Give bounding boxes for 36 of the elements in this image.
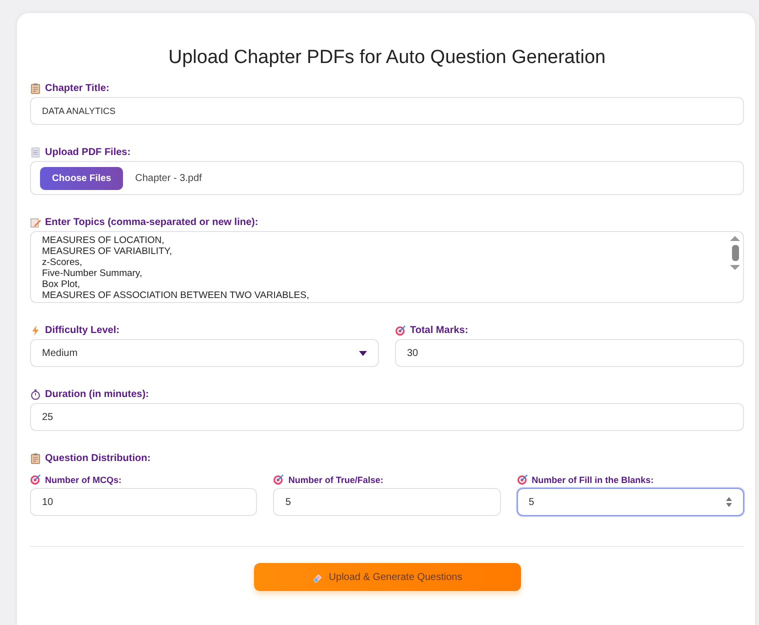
field-label: Number of True/False: (288, 474, 384, 484)
field-label: Upload PDF Files: (45, 147, 131, 158)
eraser-icon (312, 572, 323, 582)
field-label: Duration (in minutes): (45, 389, 149, 400)
field-label: Chapter Title: (45, 83, 110, 94)
number-field[interactable]: 5 (273, 488, 501, 516)
target-icon (273, 474, 284, 485)
spinner-arrows-icon[interactable] (726, 497, 732, 507)
file-name: Chapter - 3.pdf (135, 172, 202, 184)
field-label: Total Marks: (410, 325, 468, 336)
target-icon (30, 474, 41, 485)
memo-icon (30, 217, 41, 228)
form-title: Upload Chapter PDFs for Auto Question Generation (167, 47, 607, 69)
field-label: Difficulty Level: (45, 325, 120, 336)
target-icon (516, 474, 528, 485)
number-field[interactable]: 5 (516, 488, 744, 516)
page-icon (30, 147, 41, 158)
clipboard-icon (30, 83, 41, 94)
duration-field[interactable]: 25 (30, 403, 744, 431)
difficulty-select[interactable]: Medium (30, 339, 379, 367)
stopwatch-icon (30, 389, 41, 400)
caret-icon (359, 350, 367, 356)
field-label: Number of MCQs: (45, 474, 122, 484)
number-field[interactable]: 10 (30, 488, 258, 516)
field-label: Enter Topics (comma-separated or new line): (45, 217, 258, 228)
section-label: Question Distribution: (45, 453, 151, 464)
total-marks-field[interactable]: 30 (395, 339, 744, 367)
field-label: Number of Fill in the Blanks: (532, 474, 654, 484)
topics-textarea[interactable]: MEASURES OF LOCATION, MEASURES OF VARIABILITY, z-Scores, Five-Number Summary, Box Plot, MEASURES OF ASSOCIATION BETWEEN TWO VARIABLES, (30, 231, 744, 303)
lightning-icon (30, 325, 41, 336)
clipboard-icon (30, 453, 41, 464)
upload-generate-button[interactable]: Upload & Generate Questions (254, 563, 520, 591)
choose-files-button[interactable]: Choose Files (40, 166, 124, 190)
target-icon (395, 325, 406, 336)
chapter-title-field[interactable]: DATA ANALYTICS (30, 97, 744, 125)
file-field[interactable]: Choose Files Chapter - 3.pdf (30, 161, 744, 195)
